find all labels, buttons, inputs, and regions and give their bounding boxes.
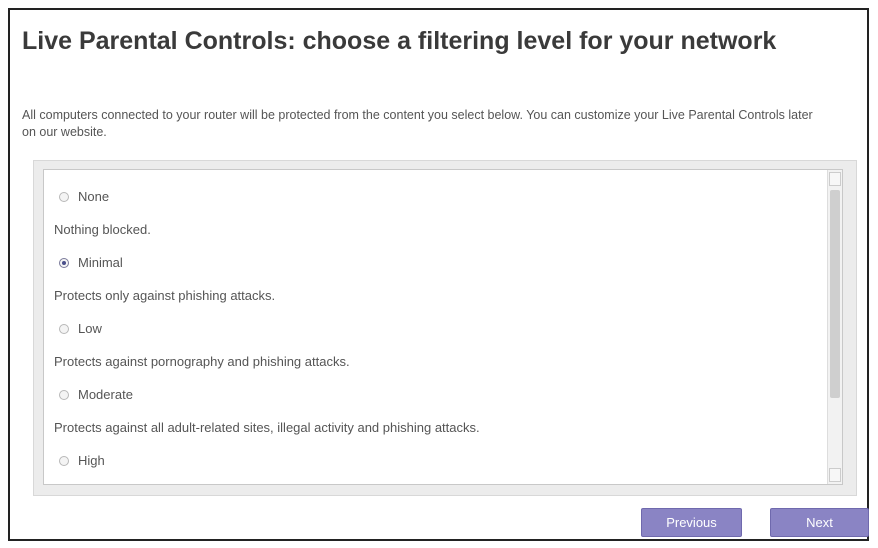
filtering-panel: None Nothing blocked. Minimal Protects o…	[33, 160, 857, 496]
page-title: Live Parental Controls: choose a filteri…	[22, 27, 777, 55]
option-description: Protects against pornography and phishin…	[54, 354, 350, 369]
scrollbar-thumb[interactable]	[830, 190, 840, 398]
option-label: High	[78, 453, 105, 468]
scroll-up-arrow-icon[interactable]	[829, 172, 841, 186]
option-label: None	[78, 189, 110, 204]
option-low[interactable]: Low	[54, 312, 816, 345]
option-label: Moderate	[78, 387, 133, 402]
scroll-down-arrow-icon[interactable]	[829, 468, 841, 482]
option-none[interactable]: None	[54, 180, 816, 213]
radio-moderate[interactable]	[59, 389, 69, 400]
option-moderate[interactable]: Moderate	[54, 378, 816, 411]
option-label: Minimal	[78, 255, 123, 270]
option-high[interactable]: High	[54, 444, 816, 477]
radio-high[interactable]	[59, 455, 69, 466]
next-button[interactable]: Next	[770, 508, 869, 537]
option-description: Nothing blocked.	[54, 222, 151, 237]
radio-none[interactable]	[59, 191, 69, 202]
option-label: Low	[78, 321, 102, 336]
option-minimal[interactable]: Minimal	[54, 246, 816, 279]
previous-button[interactable]: Previous	[641, 508, 742, 537]
option-description: Protects against all adult-related sites…	[54, 420, 480, 435]
option-description: Protects only against phishing attacks.	[54, 288, 276, 303]
filtering-level-list: None Nothing blocked. Minimal Protects o…	[43, 169, 843, 485]
radio-minimal[interactable]	[59, 257, 69, 268]
page-description: All computers connected to your router w…	[22, 108, 813, 139]
option-items: None Nothing blocked. Minimal Protects o…	[54, 180, 816, 477]
radio-low[interactable]	[59, 323, 69, 334]
list-scrollbar[interactable]	[827, 170, 842, 484]
